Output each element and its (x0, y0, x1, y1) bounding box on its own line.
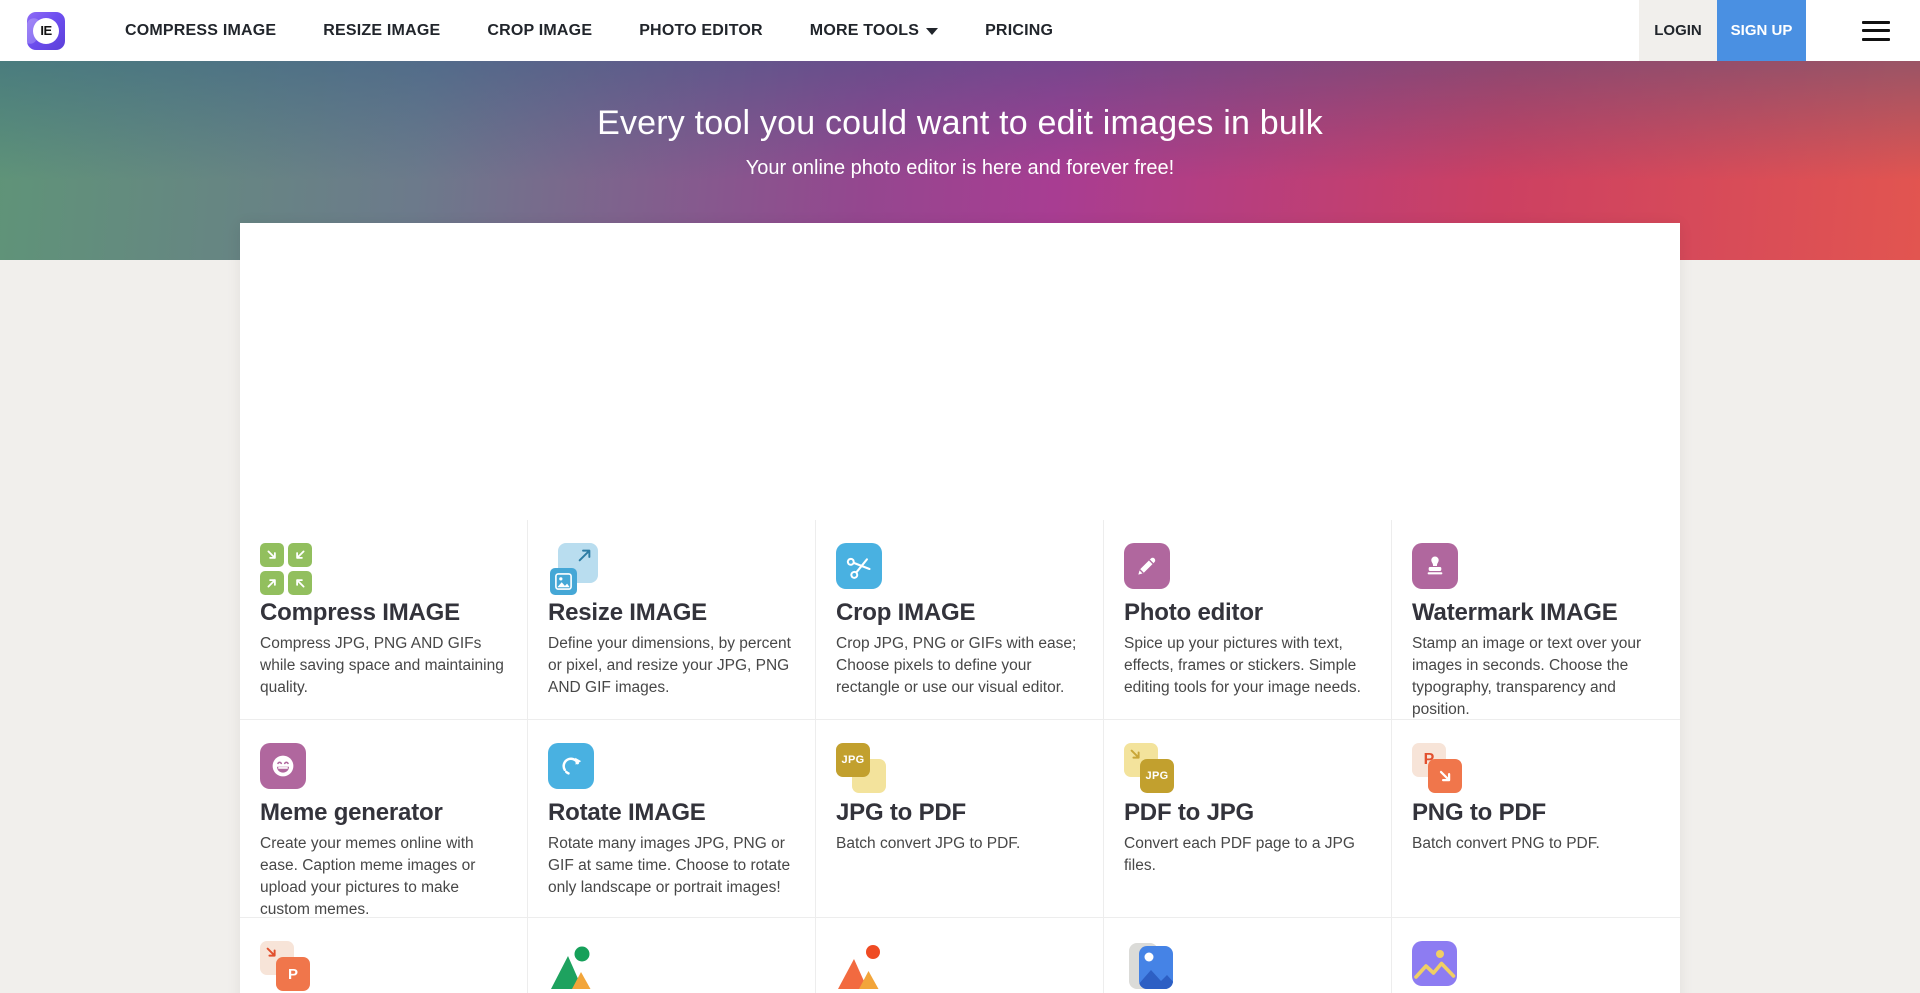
tool-card-violet-photo[interactable] (1392, 918, 1680, 993)
tool-card-meme-generator[interactable]: Meme generator Create your memes online … (240, 720, 528, 918)
violet-photo-icon (1412, 941, 1464, 993)
tool-description: Convert each PDF page to a JPG files. (1124, 833, 1371, 877)
blue-photo-stack-icon (1124, 941, 1176, 993)
tool-description: Compress JPG, PNG AND GIFs while saving … (260, 633, 507, 699)
tool-card-compress-image[interactable]: Compress IMAGE Compress JPG, PNG AND GIF… (240, 520, 528, 720)
tool-description: Stamp an image or text over your images … (1412, 633, 1660, 721)
top-navbar: IE COMPRESS IMAGE RESIZE IMAGE CROP IMAG… (0, 0, 1920, 61)
pencil-icon (1124, 543, 1176, 595)
card-empty-area (240, 223, 1680, 520)
logo-text: IE (33, 18, 59, 44)
tool-card-png-to-pdf[interactable]: P PNG to PDF Batch convert PNG to PDF. (1392, 720, 1680, 918)
tool-card-jpg-to-pdf[interactable]: JPG JPG to PDF Batch convert JPG to PDF. (816, 720, 1104, 918)
compress-arrows-icon (260, 543, 312, 595)
green-mountains-image-icon (548, 941, 600, 993)
tool-title: Watermark IMAGE (1412, 599, 1660, 627)
tool-description: Spice up your pictures with text, effect… (1124, 633, 1371, 699)
nav-item-crop-image[interactable]: CROP IMAGE (487, 22, 592, 40)
tool-title: Photo editor (1124, 599, 1371, 627)
pdf-to-png-icon: P (260, 941, 312, 993)
tool-description: Batch convert JPG to PDF. (836, 833, 1083, 855)
laughing-face-icon (260, 743, 312, 795)
resize-expand-icon (548, 543, 600, 595)
nav-item-photo-editor[interactable]: PHOTO EDITOR (639, 22, 763, 40)
nav-item-more-tools[interactable]: MORE TOOLS (810, 22, 938, 40)
hero-title: Every tool you could want to edit images… (0, 104, 1920, 143)
hero-subtitle: Your online photo editor is here and for… (0, 157, 1920, 180)
tool-description: Define your dimensions, by percent or pi… (548, 633, 795, 699)
tool-description: Rotate many images JPG, PNG or GIF at sa… (548, 833, 795, 899)
tool-title: JPG to PDF (836, 799, 1083, 827)
tool-title: Resize IMAGE (548, 599, 795, 627)
tool-card-pdf-to-jpg[interactable]: JPG PDF to JPG Convert each PDF page to … (1104, 720, 1392, 918)
signup-button[interactable]: SIGN UP (1717, 0, 1806, 61)
tool-title: PDF to JPG (1124, 799, 1371, 827)
tool-card-photo-stack[interactable] (1104, 918, 1392, 993)
tool-card-pdf-to-png[interactable]: P (240, 918, 528, 993)
app-logo[interactable]: IE (27, 12, 65, 50)
png-to-pdf-icon: P (1412, 743, 1464, 795)
stamp-icon (1412, 543, 1464, 595)
tool-description: Batch convert PNG to PDF. (1412, 833, 1660, 855)
tool-card-rotate-image[interactable]: Rotate IMAGE Rotate many images JPG, PNG… (528, 720, 816, 918)
tool-description: Crop JPG, PNG or GIFs with ease; Choose … (836, 633, 1083, 699)
tool-card-resize-image[interactable]: Resize IMAGE Define your dimensions, by … (528, 520, 816, 720)
jpg-to-pdf-icon: JPG (836, 743, 888, 795)
rotate-arrow-icon (548, 743, 600, 795)
tool-title: Meme generator (260, 799, 507, 827)
scissors-icon (836, 543, 888, 595)
tools-card: Compress IMAGE Compress JPG, PNG AND GIF… (240, 223, 1680, 993)
main-nav: COMPRESS IMAGE RESIZE IMAGE CROP IMAGE P… (125, 0, 1053, 61)
tool-card-green-mountains[interactable] (528, 918, 816, 993)
tool-title: Rotate IMAGE (548, 799, 795, 827)
tool-card-watermark-image[interactable]: Watermark IMAGE Stamp an image or text o… (1392, 520, 1680, 720)
caret-down-icon (926, 28, 938, 35)
tool-card-photo-editor[interactable]: Photo editor Spice up your pictures with… (1104, 520, 1392, 720)
nav-item-compress-image[interactable]: COMPRESS IMAGE (125, 22, 276, 40)
tool-card-orange-mountains[interactable] (816, 918, 1104, 993)
tool-title: Crop IMAGE (836, 599, 1083, 627)
pdf-to-jpg-icon: JPG (1124, 743, 1176, 795)
nav-item-pricing[interactable]: PRICING (985, 22, 1053, 40)
tool-title: Compress IMAGE (260, 599, 507, 627)
tool-card-crop-image[interactable]: Crop IMAGE Crop JPG, PNG or GIFs with ea… (816, 520, 1104, 720)
orange-mountains-image-icon (836, 941, 888, 993)
nav-item-resize-image[interactable]: RESIZE IMAGE (323, 22, 440, 40)
menu-icon[interactable] (1862, 21, 1890, 41)
tool-title: PNG to PDF (1412, 799, 1660, 827)
tool-description: Create your memes online with ease. Capt… (260, 833, 507, 921)
tools-grid: Compress IMAGE Compress JPG, PNG AND GIF… (240, 520, 1680, 993)
login-button[interactable]: LOGIN (1639, 0, 1717, 61)
